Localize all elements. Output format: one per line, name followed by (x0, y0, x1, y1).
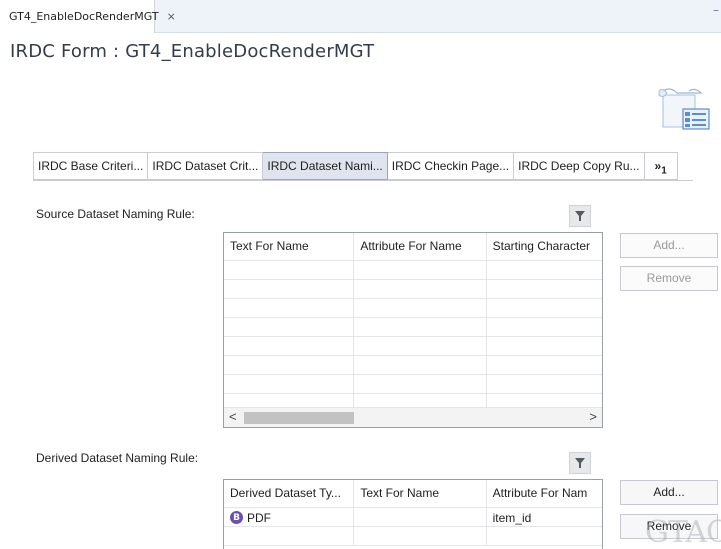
table-row[interactable] (224, 318, 602, 337)
editor-tab[interactable]: GT4_EnableDocRenderMGT ⨯ (0, 0, 176, 33)
close-icon[interactable]: ⨯ (167, 10, 176, 23)
derived-section-label: Derived Dataset Naming Rule: (36, 451, 199, 465)
table-header: Text For Name Attribute For Name Startin… (224, 233, 602, 261)
scrollbar-thumb[interactable] (244, 412, 354, 424)
tab-irdc-dataset-criteria[interactable]: IRDC Dataset Crit... (148, 152, 264, 180)
scroll-left-icon[interactable]: < (229, 409, 237, 424)
column-header[interactable]: Text For Name (354, 480, 487, 508)
derived-remove-button[interactable]: Remove (620, 514, 718, 539)
table-cell: B PDF (224, 508, 355, 527)
tab-irdc-checkin-page[interactable]: IRDC Checkin Page... (387, 152, 515, 180)
scroll-right-icon[interactable]: > (589, 409, 597, 424)
form-illustration-icon (658, 88, 710, 130)
table-row[interactable] (224, 261, 602, 280)
editor-tab-title: GT4_EnableDocRenderMGT (9, 10, 159, 23)
dataset-type-value: PDF (247, 510, 271, 525)
tab-irdc-dataset-naming[interactable]: IRDC Dataset Nami... (263, 152, 388, 180)
source-filter-button[interactable] (569, 205, 591, 227)
minimize-icon[interactable]: – (713, 3, 719, 17)
column-header[interactable]: Attribute For Name (354, 233, 487, 261)
column-header[interactable]: Text For Name (224, 233, 355, 261)
tab-strip-divider (33, 180, 693, 181)
source-naming-table: Text For Name Attribute For Name Startin… (223, 232, 603, 428)
editor-tab-bar: GT4_EnableDocRenderMGT ⨯ – (0, 0, 721, 33)
source-add-button[interactable]: Add... (620, 233, 718, 258)
derived-filter-button[interactable] (569, 452, 591, 474)
table-cell: item_id (492, 510, 532, 525)
table-row[interactable] (224, 280, 602, 299)
table-cell (354, 508, 487, 527)
column-header[interactable]: Derived Dataset Ty... (224, 480, 355, 508)
more-tabs-count: 1 (661, 165, 667, 177)
dataset-type-icon: B (230, 511, 243, 524)
table-row[interactable] (224, 375, 602, 394)
table-row[interactable] (224, 337, 602, 356)
tab-irdc-base-criteria[interactable]: IRDC Base Criteri... (33, 152, 149, 180)
tab-irdc-deep-copy-rules[interactable]: IRDC Deep Copy Ru... (514, 152, 645, 180)
horizontal-scrollbar[interactable]: < > (224, 407, 602, 427)
column-header[interactable]: Attribute For Nam (487, 480, 602, 508)
column-header[interactable]: Starting Character (487, 233, 602, 261)
derived-add-button[interactable]: Add... (620, 480, 718, 505)
table-row[interactable]: B PDF item_id (224, 508, 602, 527)
table-row[interactable] (224, 299, 602, 318)
source-remove-button[interactable]: Remove (620, 266, 718, 291)
page-tab-strip: IRDC Base Criteri... IRDC Dataset Crit..… (33, 152, 678, 180)
table-row[interactable] (224, 356, 602, 375)
derived-naming-table: Derived Dataset Ty... Text For Name Attr… (223, 479, 603, 549)
more-tabs-button[interactable]: »1 (644, 152, 678, 180)
filter-icon (575, 458, 585, 468)
filter-icon (575, 211, 585, 221)
source-section-label: Source Dataset Naming Rule: (36, 207, 195, 221)
table-header: Derived Dataset Ty... Text For Name Attr… (224, 480, 602, 508)
page-title: IRDC Form : GT4_EnableDocRenderMGT (10, 41, 375, 62)
table-row[interactable] (224, 527, 602, 546)
